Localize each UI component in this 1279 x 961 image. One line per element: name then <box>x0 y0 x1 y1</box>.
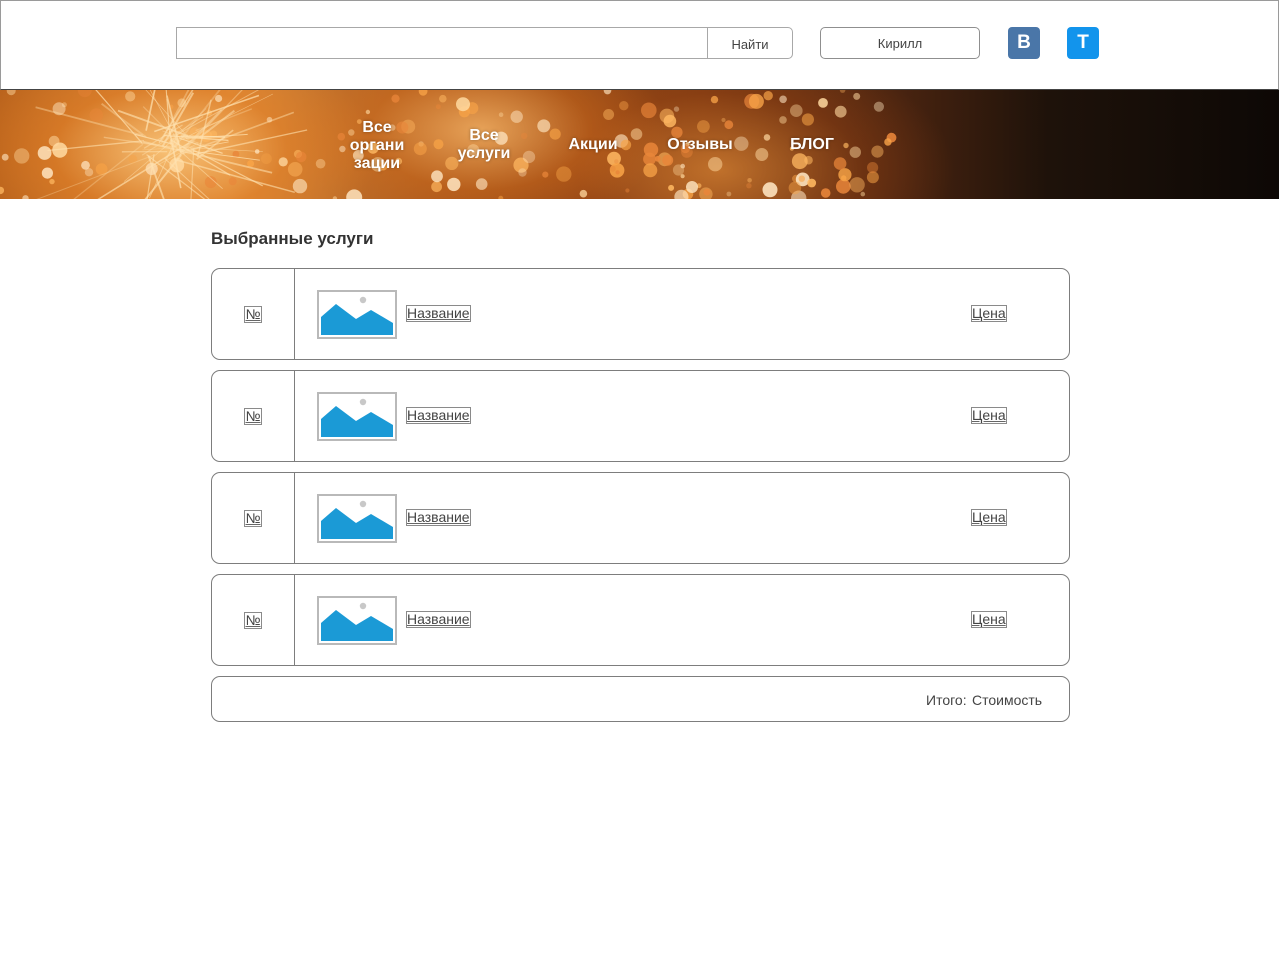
top-bar: Найти Кирилл B T <box>0 0 1279 90</box>
nav-orgs-line-3: зации <box>353 155 401 172</box>
search-button[interactable]: Найти <box>707 27 793 59</box>
service-price: Цена <box>971 407 1007 424</box>
service-name-link[interactable]: Название <box>406 611 471 628</box>
nav-blog[interactable]: БЛОГ <box>782 136 842 154</box>
vk-icon[interactable]: B <box>1008 27 1040 59</box>
row-number-cell: № <box>212 473 295 563</box>
page-title: Выбранные услуги <box>211 229 374 248</box>
total-row: Итого: Стоимость <box>211 676 1070 722</box>
total-label: Итого: <box>926 692 967 708</box>
row-number: № <box>244 509 262 527</box>
service-image-icon <box>317 392 397 441</box>
service-name-link[interactable]: Название <box>406 407 471 424</box>
service-row: № Название Цена <box>211 574 1070 666</box>
row-number: № <box>244 305 262 323</box>
row-number-cell: № <box>212 269 295 359</box>
service-name-link[interactable]: Название <box>406 305 471 322</box>
row-number: № <box>244 611 262 629</box>
search-input[interactable] <box>176 27 708 59</box>
total-value: Стоимость <box>972 692 1043 708</box>
service-price: Цена <box>971 305 1007 322</box>
service-row: № Название Цена <box>211 370 1070 462</box>
nav-services-line-2: услуги <box>457 145 511 162</box>
nav-services-line-1: Все <box>469 127 499 144</box>
service-row: № Название Цена <box>211 472 1070 564</box>
service-price: Цена <box>971 611 1007 628</box>
search-form: Найти <box>176 27 793 59</box>
service-image-icon <box>317 494 397 543</box>
service-name-link[interactable]: Название <box>406 509 471 526</box>
row-number: № <box>244 407 262 425</box>
fireworks-background-image <box>0 90 897 199</box>
hero-banner <box>0 90 1279 199</box>
service-price: Цена <box>971 509 1007 526</box>
nav-all-services[interactable]: Все услуги <box>450 127 518 163</box>
service-image-icon <box>317 596 397 645</box>
service-image-icon <box>317 290 397 339</box>
telegram-icon[interactable]: T <box>1067 27 1099 59</box>
row-number-cell: № <box>212 371 295 461</box>
nav-promotions[interactable]: Акции <box>560 136 626 154</box>
service-row: № Название Цена <box>211 268 1070 360</box>
row-number-cell: № <box>212 575 295 665</box>
nav-orgs-line-1: Все <box>362 119 392 136</box>
nav-all-organizations[interactable]: Все органи зации <box>340 119 414 173</box>
nav-orgs-line-2: органи <box>349 137 405 154</box>
user-account-button[interactable]: Кирилл <box>820 27 980 59</box>
nav-reviews[interactable]: Отзывы <box>660 136 740 154</box>
